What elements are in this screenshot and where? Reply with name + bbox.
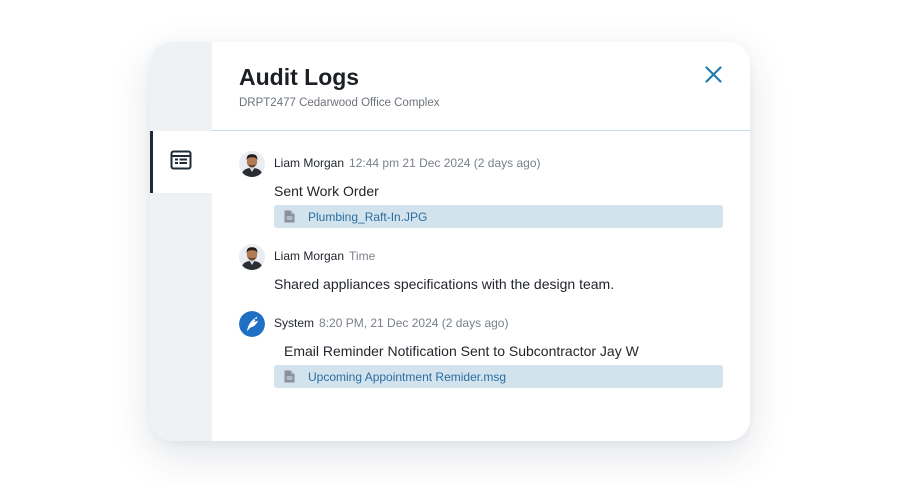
audit-logs-panel: Audit Logs DRPT2477 Cedarwood Office Com… (150, 42, 750, 441)
log-message: Sent Work Order (274, 183, 379, 199)
attachment-name: Plumbing_Raft-In.JPG (308, 209, 428, 224)
log-meta: Liam Morgan 12:44 pm 21 Dec 2024 (2 days … (274, 156, 541, 170)
log-timestamp: 12:44 pm 21 Dec 2024 (2 days ago) (349, 156, 541, 170)
file-icon (284, 210, 295, 223)
avatar (239, 244, 265, 270)
system-logo-icon (239, 311, 265, 337)
active-tab-indicator (150, 131, 153, 193)
log-author: Liam Morgan (274, 249, 345, 263)
attachment-link[interactable]: Plumbing_Raft-In.JPG (274, 205, 723, 228)
panel-header: Audit Logs DRPT2477 Cedarwood Office Com… (212, 42, 750, 131)
close-button[interactable] (702, 66, 724, 88)
side-rail (150, 42, 212, 441)
file-icon (284, 370, 295, 383)
page-title: Audit Logs (239, 64, 360, 90)
log-message: Shared appliances specifications with th… (274, 276, 615, 292)
tab-audit-logs[interactable] (150, 131, 212, 193)
log-timestamp: 8:20 PM, 21 Dec 2024 (2 days ago) (319, 316, 509, 330)
log-author: Liam Morgan (274, 156, 345, 170)
attachment-name: Upcoming Appointment Remider.msg (308, 369, 507, 384)
log-author: System (274, 316, 315, 330)
log-meta: Liam Morgan Time (274, 249, 375, 263)
project-subtitle: DRPT2477 Cedarwood Office Complex (239, 97, 440, 109)
log-meta: System 8:20 PM, 21 Dec 2024 (2 days ago) (274, 316, 508, 330)
avatar (239, 151, 265, 177)
close-icon (704, 66, 722, 88)
log-timestamp: Time (349, 249, 376, 263)
attachment-link[interactable]: Upcoming Appointment Remider.msg (274, 365, 723, 388)
list-view-icon (170, 150, 192, 175)
log-message: Email Reminder Notification Sent to Subc… (284, 343, 639, 359)
